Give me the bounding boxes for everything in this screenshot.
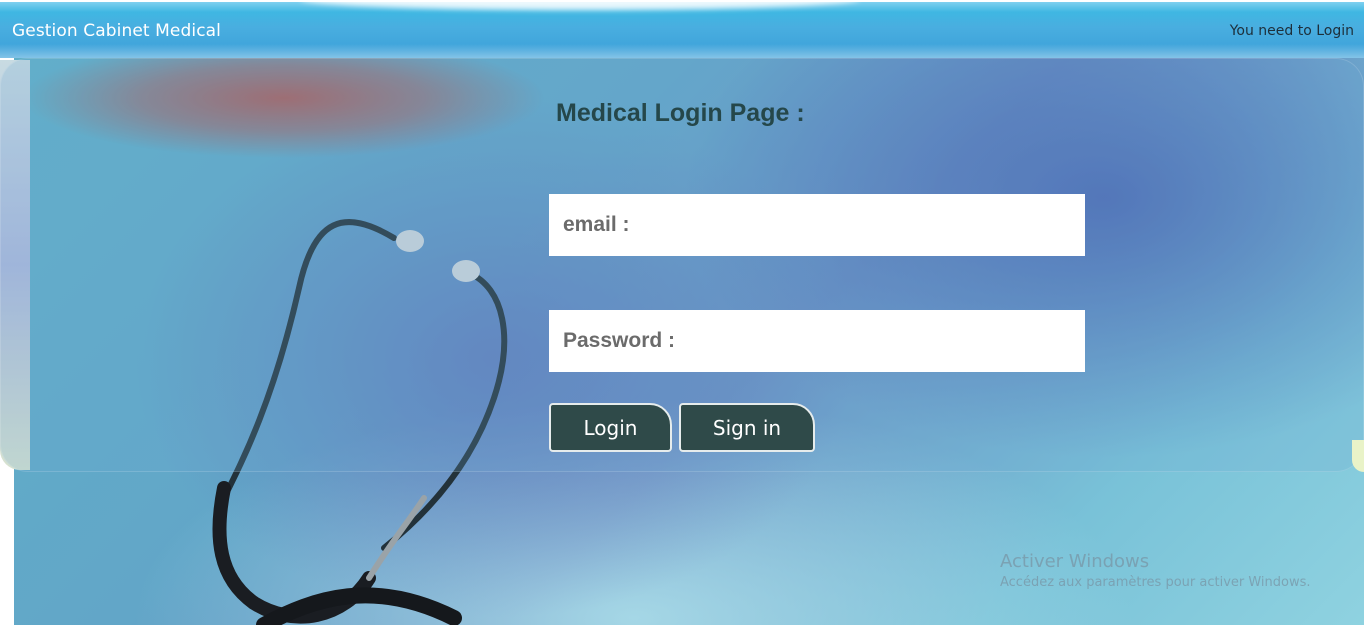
overlay-corner-accent: [1352, 440, 1364, 472]
login-button[interactable]: Login: [549, 403, 672, 452]
email-input[interactable]: [549, 194, 1085, 256]
watermark-title: Activer Windows: [1000, 551, 1150, 572]
windows-activation-watermark: Activer Windows Accédez aux paramètres p…: [1000, 551, 1311, 590]
sign-in-button[interactable]: Sign in: [679, 403, 815, 452]
password-input[interactable]: [549, 310, 1085, 372]
page: Gestion Cabinet Medical You need to Logi…: [0, 0, 1364, 625]
top-navbar: Gestion Cabinet Medical You need to Logi…: [0, 0, 1364, 58]
watermark-subtitle: Accédez aux paramètres pour activer Wind…: [1000, 575, 1311, 590]
login-page-title: Medical Login Page :: [556, 99, 805, 127]
navbar-brand[interactable]: Gestion Cabinet Medical: [12, 21, 221, 41]
login-status-text[interactable]: You need to Login: [1230, 23, 1354, 39]
